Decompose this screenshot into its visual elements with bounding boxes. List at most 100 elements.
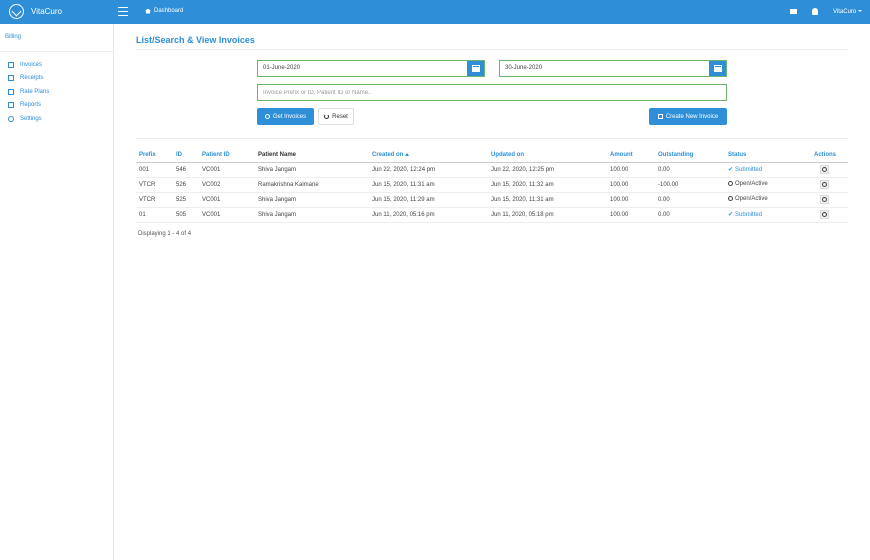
column-header-prefix[interactable]: Prefix bbox=[136, 148, 173, 163]
cell-patient-name: Ramakrishna Kalmane bbox=[255, 177, 369, 193]
check-icon: ✔ bbox=[728, 167, 734, 173]
sidebar-item-reports[interactable]: Reports bbox=[8, 102, 41, 108]
report-icon bbox=[8, 102, 14, 108]
bell-icon[interactable] bbox=[812, 8, 818, 15]
get-invoices-button[interactable]: Get Invoices bbox=[257, 108, 314, 125]
cell-outstanding: 0.00 bbox=[655, 162, 725, 178]
sidebar-item-label: Settings bbox=[20, 116, 42, 122]
column-header-created-on[interactable]: Created on bbox=[369, 148, 488, 163]
edit-icon bbox=[657, 114, 663, 119]
pagination-summary: Displaying 1 - 4 of 4 bbox=[138, 231, 192, 237]
cell-prefix: VTCR bbox=[136, 192, 173, 208]
mail-icon[interactable] bbox=[790, 9, 797, 14]
divider bbox=[136, 138, 848, 139]
cell-patient-id: VC001 bbox=[199, 162, 255, 178]
refresh-icon bbox=[324, 114, 330, 119]
from-date-field[interactable]: 01-June-2020 bbox=[257, 60, 485, 77]
cell-updated-on: Jun 15, 2020, 11:31 am bbox=[488, 192, 607, 208]
row-settings-button[interactable] bbox=[820, 210, 829, 219]
status-badge: Open/Active bbox=[725, 192, 811, 208]
cell-patient-id: VC002 bbox=[199, 177, 255, 193]
cell-patient-id: VC001 bbox=[199, 192, 255, 208]
status-label: Submitted bbox=[735, 212, 763, 218]
cell-outstanding: -100.00 bbox=[655, 177, 725, 193]
top-navbar: VitaCuro Dashboard VitaCuro bbox=[0, 0, 870, 24]
cell-patient-name: Shiva Jangam bbox=[255, 207, 369, 223]
column-header-actions: Actions bbox=[811, 148, 848, 163]
column-header-patient-id[interactable]: Patient ID bbox=[199, 148, 255, 163]
page-title: List/Search & View Invoices bbox=[136, 35, 255, 45]
cell-created-on: Jun 11, 2020, 05:16 pm bbox=[369, 207, 488, 223]
cell-patient-id: VC001 bbox=[199, 207, 255, 223]
sidebar-item-settings[interactable]: Settings bbox=[8, 116, 42, 122]
status-badge: ✔ Submitted bbox=[725, 162, 811, 178]
column-header-id[interactable]: ID bbox=[173, 148, 199, 163]
menu-toggle-icon[interactable] bbox=[118, 7, 128, 16]
sidebar-item-label: Invoices bbox=[20, 62, 43, 68]
cell-prefix: 01 bbox=[136, 207, 173, 223]
sidebar-item-receipts[interactable]: Receipts bbox=[8, 75, 43, 81]
column-header-updated-on[interactable]: Updated on bbox=[488, 148, 607, 163]
column-header-outstanding[interactable]: Outstanding bbox=[655, 148, 725, 163]
cell-id: 525 bbox=[173, 192, 199, 208]
clock-icon bbox=[728, 196, 733, 202]
row-settings-button[interactable] bbox=[820, 165, 829, 174]
table-row: 01 505 VC001 Shiva Jangam Jun 11, 2020, … bbox=[136, 207, 848, 223]
cell-patient-name: Shiva Jangam bbox=[255, 162, 369, 178]
search-input[interactable] bbox=[257, 84, 727, 101]
chevron-down-icon bbox=[858, 10, 863, 13]
cell-amount: 100.00 bbox=[607, 162, 655, 178]
cell-actions bbox=[811, 207, 848, 223]
sidebar-item-label: Receipts bbox=[20, 75, 44, 81]
sidebar-item-invoices[interactable]: Invoices bbox=[8, 62, 42, 68]
reset-button[interactable]: Reset bbox=[318, 108, 354, 125]
status-badge: Open/Active bbox=[725, 177, 811, 193]
create-invoice-button[interactable]: Create New Invoice bbox=[649, 108, 727, 125]
column-header-status[interactable]: Status bbox=[725, 148, 811, 163]
user-name: VitaCuro bbox=[833, 9, 857, 15]
gear-icon bbox=[822, 197, 827, 202]
calendar-icon[interactable] bbox=[709, 61, 726, 76]
status-label: Submitted bbox=[735, 167, 763, 173]
cell-updated-on: Jun 11, 2020, 05:18 pm bbox=[488, 207, 607, 223]
cell-actions bbox=[811, 162, 848, 178]
to-date-field[interactable]: 30-June-2020 bbox=[499, 60, 727, 77]
gear-icon bbox=[8, 116, 14, 122]
row-settings-button[interactable] bbox=[820, 180, 829, 189]
app-logo[interactable]: VitaCuro bbox=[9, 4, 62, 19]
cell-outstanding: 0.00 bbox=[655, 192, 725, 208]
row-settings-button[interactable] bbox=[820, 195, 829, 204]
cell-outstanding: 0.00 bbox=[655, 207, 725, 223]
cell-amount: 100.00 bbox=[607, 207, 655, 223]
cell-prefix: VTCR bbox=[136, 177, 173, 193]
cell-amount: 100.00 bbox=[607, 177, 655, 193]
dashboard-link[interactable]: Dashboard bbox=[145, 8, 183, 14]
cell-patient-name: Shiva Jangam bbox=[255, 192, 369, 208]
vitacuro-logo-icon bbox=[9, 4, 24, 19]
column-header-patient-name: Patient Name bbox=[255, 148, 369, 163]
gear-icon bbox=[822, 182, 827, 187]
sidebar-item-label: Rate Plans bbox=[20, 89, 50, 95]
gear-icon bbox=[822, 167, 827, 172]
cell-updated-on: Jun 22, 2020, 12:25 pm bbox=[488, 162, 607, 178]
user-menu[interactable]: VitaCuro bbox=[833, 9, 863, 15]
create-invoice-label: Create New Invoice bbox=[665, 113, 719, 120]
table-row: 001 546 VC001 Shiva Jangam Jun 22, 2020,… bbox=[136, 162, 848, 178]
gear-icon bbox=[822, 212, 827, 217]
column-header-amount[interactable]: Amount bbox=[607, 148, 655, 163]
from-date-value: 01-June-2020 bbox=[263, 65, 301, 71]
calendar-icon[interactable] bbox=[467, 61, 484, 76]
cell-id: 546 bbox=[173, 162, 199, 178]
app-name: VitaCuro bbox=[31, 7, 62, 16]
cell-created-on: Jun 15, 2020, 11:29 am bbox=[369, 192, 488, 208]
cell-id: 505 bbox=[173, 207, 199, 223]
sidebar: Billing Invoices Receipts Rate Plans Rep… bbox=[0, 24, 114, 560]
clock-icon bbox=[728, 181, 733, 187]
sidebar-item-rate-plans[interactable]: Rate Plans bbox=[8, 89, 49, 95]
status-badge: ✔ Submitted bbox=[725, 207, 811, 223]
sidebar-section-title: Billing bbox=[5, 34, 22, 40]
dashboard-label: Dashboard bbox=[154, 8, 184, 14]
get-invoices-label: Get Invoices bbox=[272, 113, 307, 120]
sort-ascending-icon bbox=[405, 152, 410, 156]
invoice-icon bbox=[8, 62, 14, 68]
